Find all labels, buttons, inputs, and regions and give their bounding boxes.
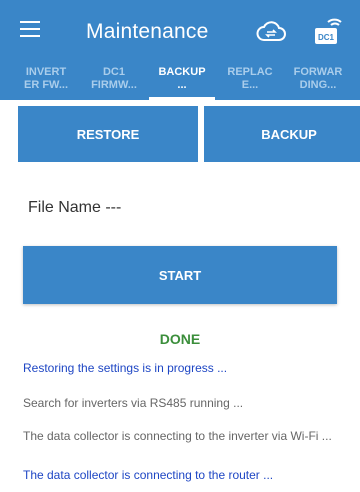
active-tab-indicator bbox=[149, 97, 215, 100]
tab-label: FIRMW... bbox=[91, 79, 137, 91]
menu-icon[interactable] bbox=[20, 21, 40, 37]
status-line-router: The data collector is connecting to the … bbox=[23, 468, 274, 482]
status-line-restoring: Restoring the settings is in progress ..… bbox=[23, 361, 228, 375]
tab-label: DC1 bbox=[102, 66, 125, 78]
tab-label: INVERT bbox=[25, 66, 67, 78]
status-line-rs485-search: Search for inverters via RS485 running .… bbox=[23, 396, 244, 410]
tab-replace[interactable]: REPLAC E... bbox=[216, 66, 284, 102]
cloud-sync-icon[interactable] bbox=[256, 20, 286, 42]
page-title: Maintenance bbox=[86, 20, 209, 43]
tab-label: DING... bbox=[299, 79, 337, 91]
start-button[interactable]: START bbox=[23, 246, 337, 304]
app-bar: Maintenance DC1 INVERT ER FW... DC1 FIRM… bbox=[0, 0, 360, 100]
tab-dc1-firmware[interactable]: DC1 FIRMW... bbox=[80, 66, 148, 102]
tab-label: REPLAC bbox=[227, 66, 273, 78]
tab-label: ... bbox=[177, 79, 187, 91]
restore-button[interactable]: RESTORE bbox=[18, 106, 198, 162]
tab-label: FORWAR bbox=[293, 66, 343, 78]
tab-label: BACKUP bbox=[158, 66, 206, 78]
file-name-label: File Name --- bbox=[28, 199, 122, 216]
dc1-wifi-icon[interactable]: DC1 bbox=[313, 14, 343, 46]
backup-button[interactable]: BACKUP bbox=[204, 106, 360, 162]
tab-label: ER FW... bbox=[24, 79, 68, 91]
tab-forwarding[interactable]: FORWAR DING... bbox=[284, 66, 352, 102]
tab-label: E... bbox=[241, 79, 259, 91]
status-line-inverter-wifi: The data collector is connecting to the … bbox=[23, 429, 332, 443]
done-status: DONE bbox=[159, 331, 201, 347]
dc1-badge: DC1 bbox=[318, 33, 335, 42]
tab-inverter-fw[interactable]: INVERT ER FW... bbox=[12, 66, 80, 102]
